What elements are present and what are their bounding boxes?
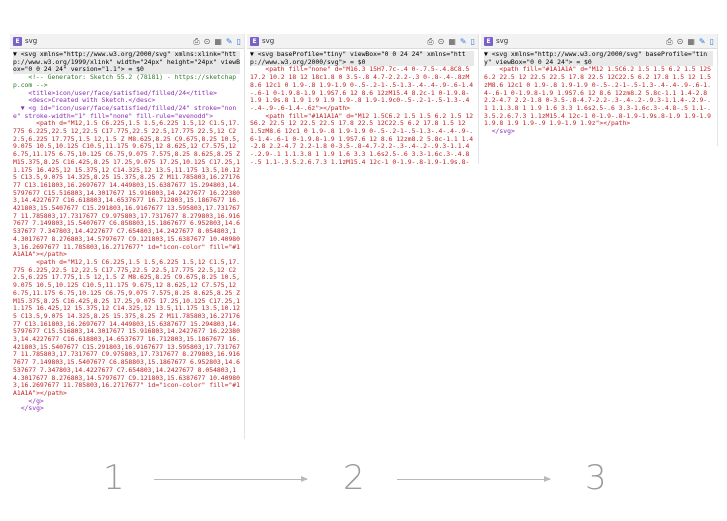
code-line[interactable]: <path fill="#1A1A1A" d="M12 1.5C6.2 1.5 … <box>484 66 713 128</box>
code-view: ▼ <svg xmlns="http://www.w3.org/2000/svg… <box>481 49 717 136</box>
print-icon[interactable]: ⎙ <box>427 37 433 46</box>
panel-icon[interactable]: ▯ <box>710 37 714 46</box>
print-icon[interactable]: ⎙ <box>193 37 199 46</box>
code-line[interactable]: </svg> <box>484 127 713 136</box>
panel-icon[interactable]: ▯ <box>471 37 475 46</box>
devtools-panel-1: E svg ⎙ ⊙ ▦ ✎ ▯ ▼ <svg xmlns="http://www… <box>10 34 245 439</box>
tab-label[interactable]: svg <box>25 37 37 45</box>
panel-icon[interactable]: ▯ <box>237 37 241 46</box>
grid-icon[interactable]: ▦ <box>214 37 222 46</box>
step-indicator: 1 2 3 <box>0 448 727 508</box>
tab-label[interactable]: svg <box>262 37 274 45</box>
pencil-icon[interactable]: ✎ <box>699 37 706 46</box>
element-icon: E <box>13 36 22 46</box>
code-line[interactable]: ▼ <g id="icon/user/face/satisfied/filled… <box>13 104 240 120</box>
step-number-1: 1 <box>103 458 125 498</box>
tab-label[interactable]: svg <box>496 37 508 45</box>
grid-icon[interactable]: ▦ <box>687 37 695 46</box>
code-line[interactable]: </svg> <box>13 405 240 413</box>
element-icon: E <box>250 36 259 46</box>
step-number-3: 3 <box>585 458 607 498</box>
devtools-panel-3: E svg ⎙ ⊙ ▦ ✎ ▯ ▼ <svg xmlns="http://www… <box>481 34 718 146</box>
code-line[interactable]: <path d="M12,1.5 C6.225,1.5 1.5,6.225 1.… <box>13 258 240 398</box>
code-line[interactable]: <path d="M12,1.5 C6.225,1.5 1.5,6.225 1.… <box>13 119 240 259</box>
code-line[interactable]: </g> <box>13 397 240 406</box>
panel-tabbar: E svg ⎙ ⊙ ▦ ✎ ▯ <box>481 34 717 49</box>
element-icon: E <box>484 36 493 46</box>
code-view: ▼ <svg baseProfile="tiny" viewBox="0 0 2… <box>247 49 478 164</box>
print-icon[interactable]: ⎙ <box>666 37 672 46</box>
code-view: ▼ <svg xmlns="http://www.w3.org/2000/svg… <box>10 49 244 413</box>
code-line[interactable]: <path fill="none" d="M16.3 15H7.7c-.4 0-… <box>250 66 474 112</box>
target-icon[interactable]: ⊙ <box>438 37 445 46</box>
panel-tabbar: E svg ⎙ ⊙ ▦ ✎ ▯ <box>10 34 244 49</box>
devtools-panel-2: E svg ⎙ ⊙ ▦ ✎ ▯ ▼ <svg baseProfile="tiny… <box>247 34 479 164</box>
code-line[interactable]: ▼ <svg baseProfile="tiny" viewBox="0 0 2… <box>250 50 474 67</box>
step-number-2: 2 <box>343 458 365 498</box>
pencil-icon[interactable]: ✎ <box>226 37 233 46</box>
arrow-right-icon <box>154 476 308 482</box>
panel-tabbar: E svg ⎙ ⊙ ▦ ✎ ▯ <box>247 34 478 49</box>
code-line[interactable]: <path fill="#1A1A1A" d="M12 1.5C6.2 1.5 … <box>250 112 474 164</box>
panel-toolbar: ⎙ ⊙ ▦ ✎ ▯ <box>193 37 241 46</box>
panel-toolbar: ⎙ ⊙ ▦ ✎ ▯ <box>427 37 475 46</box>
target-icon[interactable]: ⊙ <box>204 37 211 46</box>
pencil-icon[interactable]: ✎ <box>460 37 467 46</box>
target-icon[interactable]: ⊙ <box>677 37 684 46</box>
code-line[interactable]: <!-- Generator: Sketch 55.2 (78181) - ht… <box>13 73 240 89</box>
code-line[interactable]: ▼ <svg xmlns="http://www.w3.org/2000/svg… <box>13 50 240 75</box>
arrow-right-icon <box>397 476 551 482</box>
grid-icon[interactable]: ▦ <box>448 37 456 46</box>
panel-toolbar: ⎙ ⊙ ▦ ✎ ▯ <box>666 37 714 46</box>
code-line[interactable]: ▼ <svg xmlns="http://www.w3.org/2000/svg… <box>484 50 713 67</box>
